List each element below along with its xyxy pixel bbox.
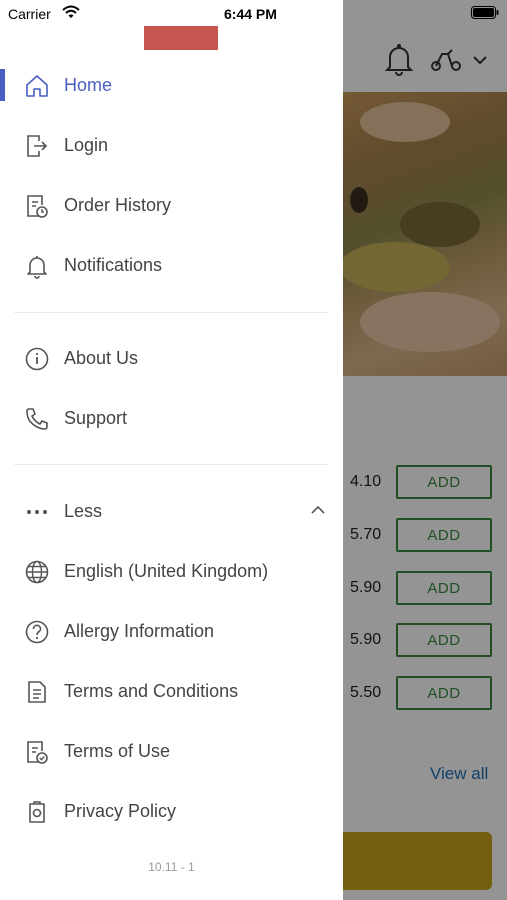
menu-item-notifications[interactable]: Notifications	[0, 242, 343, 288]
brand-logo	[144, 26, 218, 50]
menu-item-home[interactable]: Home	[0, 62, 343, 108]
section-divider	[14, 464, 328, 465]
menu-item-support[interactable]: Support	[0, 395, 343, 441]
document-icon	[24, 679, 50, 705]
menu-label: Support	[64, 407, 128, 428]
menu-item-terms-and-conditions[interactable]: Terms and Conditions	[0, 668, 343, 714]
info-icon	[24, 346, 50, 372]
chevron-up-icon	[310, 504, 326, 516]
wifi-icon	[62, 5, 80, 19]
app-version: 10.11 - 1	[148, 860, 195, 874]
menu-label: Terms and Conditions	[64, 680, 239, 701]
menu-label: Terms of Use	[64, 740, 171, 761]
document-check-icon	[24, 739, 50, 765]
privacy-icon	[24, 799, 50, 825]
menu-label: Notifications	[64, 254, 163, 275]
globe-icon	[24, 559, 50, 585]
menu-label: Less	[64, 500, 103, 521]
menu-label: Order History	[64, 194, 172, 215]
question-icon	[24, 619, 50, 645]
menu-label: Login	[64, 134, 109, 155]
menu-label: Home	[64, 74, 113, 95]
bell-icon	[24, 253, 50, 279]
status-time: 6:44 PM	[224, 6, 277, 22]
menu-item-allergy-information[interactable]: Allergy Information	[0, 608, 343, 654]
menu-item-privacy-policy[interactable]: Privacy Policy	[0, 788, 343, 834]
menu-label: English (United Kingdom)	[64, 560, 269, 581]
battery-icon	[471, 6, 499, 19]
menu-item-login[interactable]: Login	[0, 122, 343, 168]
home-icon	[24, 73, 50, 99]
order-history-icon	[24, 193, 50, 219]
menu-label: Allergy Information	[64, 620, 215, 641]
menu-item-about-us[interactable]: About Us	[0, 335, 343, 381]
login-icon	[24, 133, 50, 159]
phone-icon	[24, 406, 50, 432]
section-divider	[14, 312, 328, 313]
menu-label: Privacy Policy	[64, 800, 177, 821]
menu-item-order-history[interactable]: Order History	[0, 182, 343, 228]
status-bar: Carrier 6:44 PM	[0, 0, 507, 28]
more-dots-icon	[24, 499, 50, 525]
menu-label: About Us	[64, 347, 139, 368]
navigation-drawer: Home Login Order History Notifications A…	[0, 0, 343, 900]
carrier-name: Carrier	[8, 6, 51, 22]
menu-item-terms-of-use[interactable]: Terms of Use	[0, 728, 343, 774]
menu-item-language[interactable]: English (United Kingdom)	[0, 548, 343, 594]
menu-toggle-less[interactable]: Less	[0, 488, 343, 534]
